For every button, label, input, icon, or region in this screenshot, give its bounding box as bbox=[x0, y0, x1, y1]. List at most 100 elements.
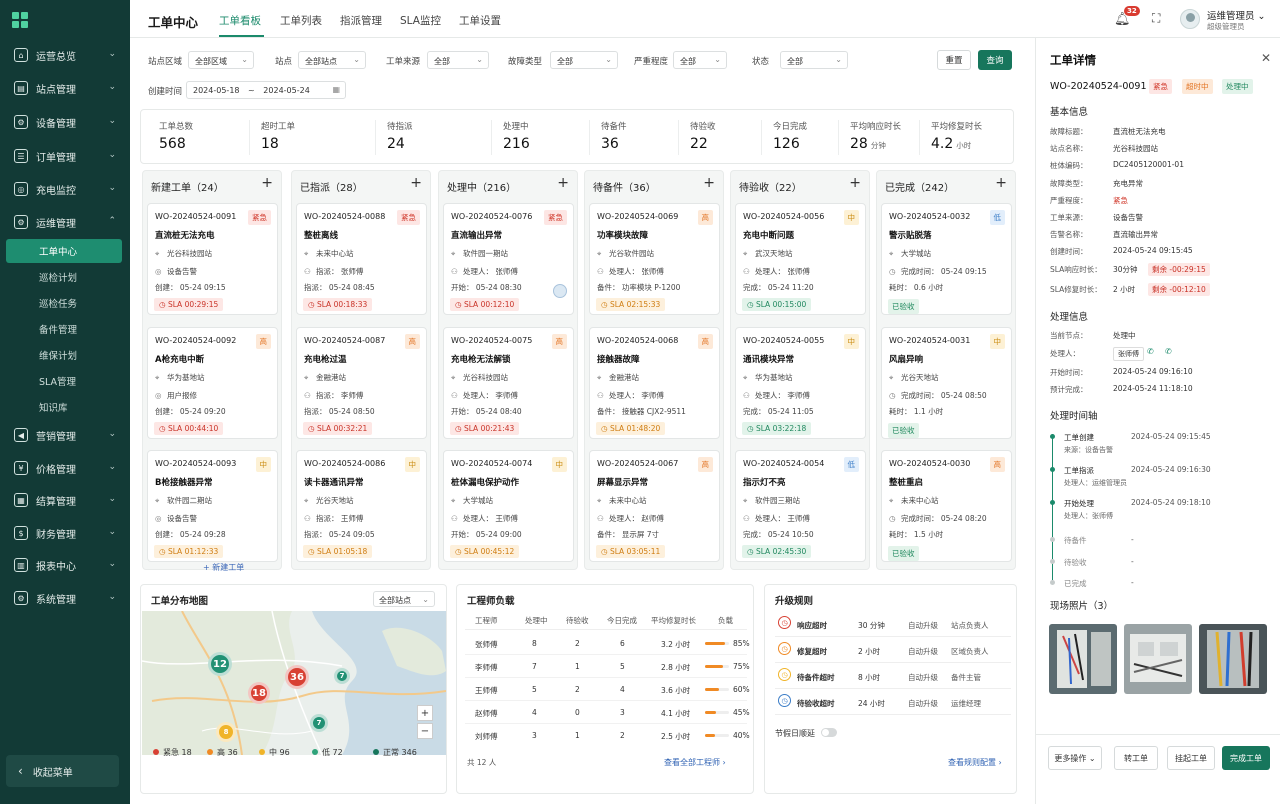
sidebar-subitem[interactable]: SLA管理 bbox=[6, 369, 122, 393]
add-icon[interactable]: + bbox=[410, 175, 422, 191]
tab-kanban[interactable]: 工单看板 bbox=[219, 13, 261, 28]
sidebar-item-finance[interactable]: $ 财务管理 ⌄ bbox=[0, 519, 130, 547]
card-line-2: ◷ 完成时间： 05-24 08:20 bbox=[889, 514, 987, 523]
order-card[interactable]: WO-20240524-0055 中 通讯模块异常 ⌖ 华为基地站 ⚇ 处理人： 李… bbox=[735, 327, 866, 439]
add-icon[interactable]: + bbox=[261, 175, 273, 191]
filter-severity-select[interactable]: 全部 ⌄ bbox=[673, 51, 727, 69]
filter-fault-select[interactable]: 全部 ⌄ bbox=[550, 51, 618, 69]
sidebar-item-maintenance[interactable]: ⚙ 运维管理 ⌃ bbox=[0, 208, 130, 236]
view-all-engineers-link[interactable]: 查看全部工程师 › bbox=[664, 757, 726, 768]
sidebar-item-settlement[interactable]: ▦ 结算管理 ⌄ bbox=[0, 486, 130, 514]
filter-site-select[interactable]: 全部站点 ⌄ bbox=[298, 51, 366, 69]
card-site: ⌖ 光谷天地站 bbox=[304, 496, 354, 505]
tab-assign[interactable]: 指派管理 bbox=[340, 13, 382, 28]
monitor-icon: ◎ bbox=[14, 182, 28, 196]
site-photo-2[interactable] bbox=[1124, 624, 1192, 694]
filter-status-select[interactable]: 全部 ⌄ bbox=[780, 51, 848, 69]
phone-icon[interactable]: ✆ bbox=[1147, 347, 1154, 356]
order-no: WO-20240524-0055 bbox=[743, 336, 825, 345]
site-photo-3[interactable] bbox=[1199, 624, 1267, 694]
sidebar-subitem[interactable]: 巡检任务 bbox=[6, 291, 122, 315]
order-card[interactable]: WO-20240524-0032 低 警示贴脱落 ⌖ 大学城站 ◷ 完成时间： 05… bbox=[881, 203, 1012, 315]
order-card[interactable]: WO-20240524-0056 中 充电中断问题 ⌖ 武汉天地站 ⚇ 处理人： 张… bbox=[735, 203, 866, 315]
close-icon[interactable]: ✕ bbox=[1261, 51, 1271, 65]
sidebar-item-site[interactable]: ▤ 站点管理 ⌄ bbox=[0, 74, 130, 102]
view-rules-link[interactable]: 查看规则配置 › bbox=[948, 757, 1002, 768]
zoom-in-button[interactable]: + bbox=[417, 705, 433, 721]
map-cluster-marker[interactable]: 8 bbox=[216, 722, 236, 742]
filter-site-area-select[interactable]: 全部区域 ⌄ bbox=[188, 51, 254, 69]
hang-button[interactable]: 挂起工单 bbox=[1167, 746, 1215, 770]
sidebar-item-device[interactable]: ⚙ 设备管理 ⌄ bbox=[0, 108, 130, 136]
sidebar-subitem[interactable]: 备件管理 bbox=[6, 317, 122, 341]
sidebar-subitem[interactable]: 巡检计划 bbox=[6, 265, 122, 289]
order-card[interactable]: WO-20240524-0030 高 整桩重启 ⌖ 未来中心站 ◷ 完成时间： 05… bbox=[881, 450, 1012, 562]
order-card[interactable]: WO-20240524-0087 高 充电枪过温 ⌖ 金融港站 ⚇ 指派： 李师傅 … bbox=[296, 327, 427, 439]
megaphone-icon: ◀ bbox=[14, 428, 28, 442]
detail-field-value: 光谷科技园站 bbox=[1113, 144, 1158, 154]
sidebar-item-marketing[interactable]: ◀ 营销管理 ⌄ bbox=[0, 421, 130, 449]
map-site-select[interactable]: 全部站点 ⌄ bbox=[373, 591, 435, 607]
order-card[interactable]: WO-20240524-0088 紧急 整桩离线 ⌖ 未来中心站 ⚇ 指派： 张师傅… bbox=[296, 203, 427, 315]
map-cluster-marker[interactable]: 7 bbox=[334, 668, 350, 684]
avatar[interactable] bbox=[1180, 9, 1200, 29]
collapse-menu-button[interactable]: ‹ 收起菜单 bbox=[6, 755, 119, 787]
new-order-link[interactable]: + 新建工单 bbox=[203, 562, 244, 573]
complete-button[interactable]: 完成工单 bbox=[1222, 746, 1270, 770]
sidebar-item-system[interactable]: ⚙ 系统管理 ⌄ bbox=[0, 584, 130, 612]
tab-sla[interactable]: SLA监控 bbox=[400, 13, 441, 28]
map-cluster-marker[interactable]: 12 bbox=[208, 652, 232, 676]
order-card[interactable]: WO-20240524-0086 中 读卡器通讯异常 ⌖ 光谷天地站 ⚇ 指派： 王… bbox=[296, 450, 427, 562]
location-icon: ⌖ bbox=[304, 249, 309, 258]
user-icon: ◷ bbox=[889, 514, 896, 523]
card-line-3: 耗时： 1.1 小时 bbox=[889, 407, 944, 416]
order-title: 整桩离线 bbox=[304, 231, 339, 241]
tab-list[interactable]: 工单列表 bbox=[280, 13, 322, 28]
order-card[interactable]: WO-20240524-0069 高 功率模块故障 ⌖ 光谷软件园站 ⚇ 处理人： … bbox=[589, 203, 720, 315]
holiday-toggle[interactable] bbox=[821, 728, 837, 737]
order-card[interactable]: WO-20240524-0093 中 B枪接触器异常 ⌖ 软件园二期站 ◎ 设备告警… bbox=[147, 450, 278, 562]
phone-icon-2[interactable]: ✆ bbox=[1165, 347, 1172, 356]
order-card[interactable]: WO-20240524-0075 高 充电枪无法解锁 ⌖ 光谷科技园站 ⚇ 处理人：… bbox=[443, 327, 574, 439]
date-range-picker[interactable]: 2024-05-18 ~ 2024-05-24 ▦ bbox=[186, 81, 346, 99]
sidebar-item-monitor[interactable]: ◎ 充电监控 ⌄ bbox=[0, 175, 130, 203]
order-no: WO-20240524-0030 bbox=[889, 459, 971, 468]
order-card[interactable]: WO-20240524-0074 中 桩体漏电保护动作 ⌖ 大学城站 ⚇ 处理人： … bbox=[443, 450, 574, 562]
zoom-out-button[interactable]: − bbox=[417, 723, 433, 739]
transfer-button[interactable]: 转工单 bbox=[1114, 746, 1158, 770]
reset-button[interactable]: 重置 bbox=[937, 50, 971, 70]
add-icon[interactable]: + bbox=[557, 175, 569, 191]
chevron-down-icon: ⌄ bbox=[835, 55, 842, 64]
more-actions-button[interactable]: 更多操作 ⌄ bbox=[1048, 746, 1102, 770]
sidebar-item-order[interactable]: ☰ 订单管理 ⌄ bbox=[0, 142, 130, 170]
sidebar-item-report[interactable]: ▥ 报表中心 ⌄ bbox=[0, 551, 130, 579]
order-card[interactable]: WO-20240524-0068 高 接触器故障 ⌖ 金融港站 ⚇ 处理人： 李师傅… bbox=[589, 327, 720, 439]
order-card[interactable]: WO-20240524-0067 高 屏幕显示异常 ⌖ 未来中心站 ⚇ 处理人： 赵… bbox=[589, 450, 720, 562]
order-card[interactable]: WO-20240524-0031 中 风扇异响 ⌖ 光谷天地站 ◷ 完成时间： 05… bbox=[881, 327, 1012, 439]
user-name[interactable]: 运维管理员 ⌄ bbox=[1207, 8, 1266, 22]
query-button[interactable]: 查询 bbox=[978, 50, 1012, 70]
sidebar-subitem[interactable]: 维保计划 bbox=[6, 343, 122, 367]
map-cluster-marker[interactable]: 36 bbox=[285, 665, 309, 689]
order-card[interactable]: WO-20240524-0092 高 A枪充电中断 ⌖ 华为基地站 ◎ 用户报修 创… bbox=[147, 327, 278, 439]
sidebar-subitem[interactable]: 工单中心 bbox=[6, 239, 122, 263]
map-cluster-marker[interactable]: 18 bbox=[248, 682, 270, 704]
site-photo-1[interactable] bbox=[1049, 624, 1117, 694]
add-icon[interactable]: + bbox=[703, 175, 715, 191]
add-icon[interactable]: + bbox=[849, 175, 861, 191]
fullscreen-icon[interactable]: ⛶ bbox=[1152, 11, 1160, 26]
map-cluster-marker[interactable]: 7 bbox=[310, 714, 328, 732]
map[interactable]: 12 36 18 7 7 8 + − bbox=[142, 611, 446, 755]
order-card[interactable]: WO-20240524-0076 紧急 直流输出异常 ⌖ 软件园一期站 ⚇ 处理人：… bbox=[443, 203, 574, 315]
sidebar-subitem[interactable]: 知识库 bbox=[6, 395, 122, 419]
order-card[interactable]: WO-20240524-0091 紧急 直流桩无法充电 ⌖ 光谷科技园站 ◎ 设备告… bbox=[147, 203, 278, 315]
add-icon[interactable]: + bbox=[995, 175, 1007, 191]
tab-settings[interactable]: 工单设置 bbox=[459, 13, 501, 28]
detail-field-label: 工单来源： bbox=[1050, 213, 1088, 222]
order-card[interactable]: WO-20240524-0054 低 指示灯不亮 ⌖ 软件园三期站 ⚇ 处理人： 王… bbox=[735, 450, 866, 562]
sidebar-item-overview[interactable]: ⌂ 运营总览 ⌄ bbox=[0, 41, 130, 69]
sidebar-item-price[interactable]: ¥ 价格管理 ⌄ bbox=[0, 454, 130, 482]
order-icon: ☰ bbox=[14, 149, 28, 163]
card-line-3: 创建： 05-24 09:28 bbox=[155, 530, 226, 539]
filter-source-select[interactable]: 全部 ⌄ bbox=[427, 51, 489, 69]
